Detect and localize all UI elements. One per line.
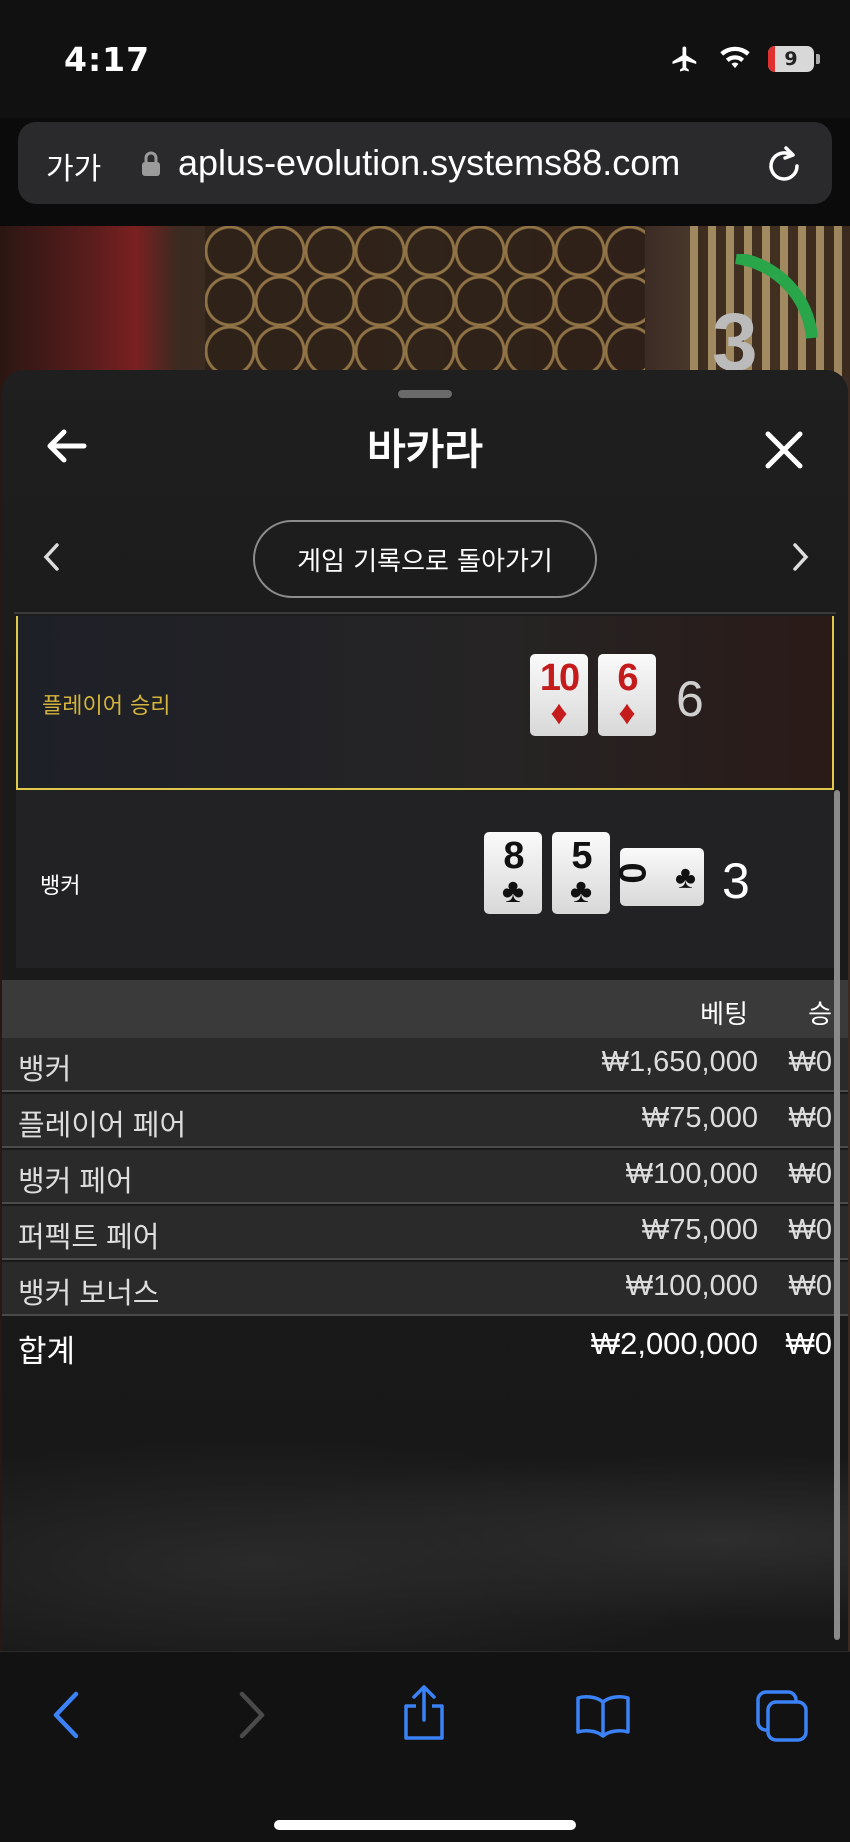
- previous-round-chevron-icon[interactable]: [42, 542, 60, 572]
- banker-score: 3: [722, 853, 750, 909]
- total-row: 합계 ₩2,000,000 ₩0: [18, 1326, 832, 1369]
- bets-table-header: 베팅 승: [2, 980, 848, 1038]
- airplane-icon: [672, 46, 697, 72]
- playing-card: 6 ♦: [598, 654, 656, 736]
- bookmarks-icon[interactable]: [574, 1692, 632, 1738]
- table-row: 뱅커 보너스 ₩100,000 ₩0: [2, 1262, 848, 1316]
- decor-pattern: [205, 226, 645, 376]
- banker-result-label: 뱅커: [40, 874, 81, 899]
- status-time: 4:17: [64, 40, 151, 79]
- battery-icon: 9: [768, 46, 814, 72]
- address-bar[interactable]: 가가 aplus-evolution.systems88.com: [18, 122, 832, 204]
- playing-card: 10 ♦: [530, 654, 588, 736]
- status-bar: 4:17 9: [0, 0, 850, 118]
- playing-card: 8 ♣: [484, 832, 542, 914]
- table-row: 플레이어 페어 ₩75,000 ₩0: [2, 1094, 848, 1148]
- sheet-title: 바카라: [367, 425, 483, 474]
- playing-card: 5 ♣: [552, 832, 610, 914]
- home-indicator[interactable]: [274, 1820, 576, 1830]
- tabs-icon[interactable]: [754, 1688, 810, 1742]
- reload-icon[interactable]: [764, 142, 804, 184]
- back-icon[interactable]: [50, 1690, 82, 1740]
- url-text[interactable]: aplus-evolution.systems88.com: [178, 142, 680, 184]
- table-row: 퍼펙트 페어 ₩75,000 ₩0: [2, 1206, 848, 1260]
- browser-toolbar: [0, 1651, 850, 1842]
- table-row: 뱅커 페어 ₩100,000 ₩0: [2, 1150, 848, 1204]
- forward-icon[interactable]: [236, 1690, 268, 1740]
- blurred-backdrop: [2, 1420, 848, 1651]
- status-icons: 9: [668, 44, 820, 74]
- game-history-sheet: 바카라 게임 기록으로 돌아가기 플레이어 승리 10 ♦ 6 ♦ 6 뱅커 8 ♣ …: [2, 370, 848, 1651]
- player-hand-panel: 플레이어 승리 10 ♦ 6 ♦ 6: [16, 616, 834, 790]
- player-result-label: 플레이어 승리: [42, 694, 171, 719]
- wifi-icon: [720, 46, 750, 69]
- text-size-button[interactable]: 가가: [46, 144, 101, 188]
- close-icon[interactable]: [764, 430, 804, 470]
- share-icon[interactable]: [400, 1684, 448, 1742]
- player-score: 6: [676, 671, 704, 727]
- playing-card-sideways: 0 ♣: [613, 848, 704, 906]
- table-row: 뱅커 ₩1,650,000 ₩0: [2, 1038, 848, 1092]
- scrollbar[interactable]: [834, 790, 840, 1640]
- lock-icon: [142, 151, 160, 176]
- back-to-history-button[interactable]: 게임 기록으로 돌아가기: [253, 520, 597, 598]
- win-column-header: 승: [808, 1000, 832, 1030]
- next-round-chevron-icon[interactable]: [792, 542, 810, 572]
- bet-column-header: 베팅: [700, 1000, 748, 1030]
- divider: [14, 612, 836, 614]
- sheet-grabber[interactable]: [398, 390, 452, 398]
- banker-hand-panel: 뱅커 8 ♣ 5 ♣ 0 ♣ 3: [16, 790, 834, 968]
